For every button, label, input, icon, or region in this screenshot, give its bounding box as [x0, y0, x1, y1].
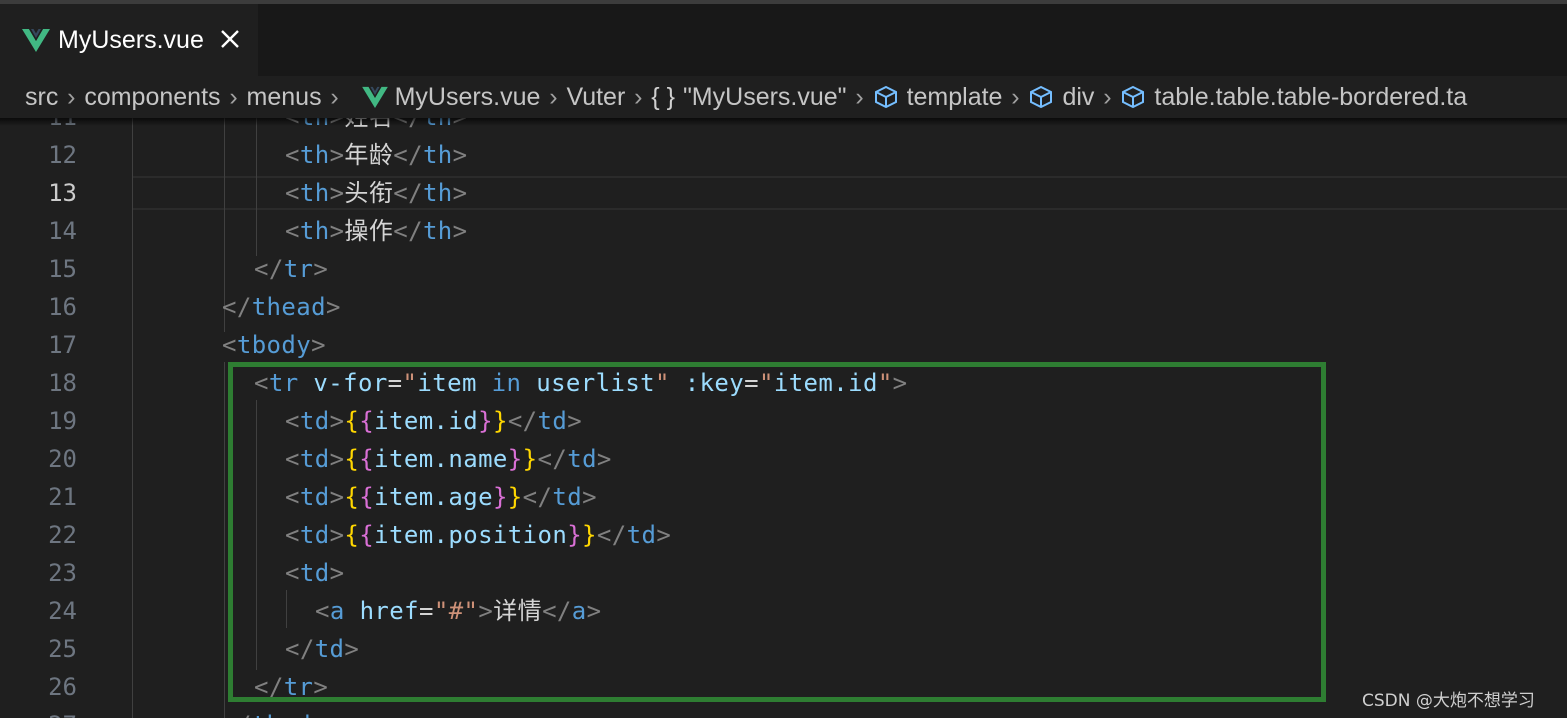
braces-icon: { } — [651, 82, 675, 111]
code-line: 14 <th>操作</th> — [0, 212, 1567, 250]
code-line: 27 </tbody> — [0, 706, 1567, 718]
line-content: <th>头衔</th> — [285, 179, 468, 207]
line-content: <tbody> — [222, 331, 326, 359]
code-line: 15 </tr> — [0, 250, 1567, 288]
editor-tab[interactable]: MyUsers.vue — [0, 4, 258, 76]
code-line: 12 <th>年龄</th> — [0, 136, 1567, 174]
breadcrumb-item-div[interactable]: div — [1028, 83, 1094, 112]
breadcrumb: src › components › menus › MyUsers.vue ›… — [0, 76, 1567, 118]
code-line-active: 13 <th>头衔</th> — [0, 174, 1567, 212]
breadcrumb-item-menus[interactable]: menus — [247, 83, 322, 112]
watermark: CSDN @大炮不想学习 — [1362, 691, 1535, 711]
chevron-right-icon: › — [855, 82, 864, 111]
cube-icon — [1030, 85, 1053, 109]
line-content: </tbody> — [222, 706, 341, 718]
close-icon[interactable] — [217, 26, 243, 52]
highlight-box — [228, 362, 1326, 702]
vue-icon — [361, 86, 388, 108]
line-content: <th>操作</th> — [285, 217, 468, 245]
line-content: </thead> — [222, 293, 341, 321]
tab-title: MyUsers.vue — [58, 25, 204, 54]
chevron-right-icon: › — [330, 82, 339, 111]
chevron-right-icon: › — [1103, 82, 1112, 111]
breadcrumb-item-template[interactable]: template — [873, 83, 1002, 112]
breadcrumb-item-vuter[interactable]: Vuter — [566, 83, 625, 112]
vue-icon — [22, 29, 50, 52]
breadcrumb-item-src[interactable]: src — [25, 83, 58, 112]
code-line: 16 </thead> — [0, 288, 1567, 326]
chevron-right-icon: › — [229, 82, 238, 111]
breadcrumb-item-file[interactable]: MyUsers.vue — [348, 83, 540, 112]
cube-icon — [1122, 85, 1145, 109]
cube-icon — [874, 85, 897, 109]
breadcrumb-item-components[interactable]: components — [84, 83, 220, 112]
breadcrumb-item-component-name[interactable]: { } "MyUsers.vue" — [651, 83, 846, 112]
chevron-right-icon: › — [1011, 82, 1020, 111]
line-content: </tr> — [254, 255, 329, 283]
code-line: 17 <tbody> — [0, 326, 1567, 364]
breadcrumb-shadow — [0, 118, 1567, 126]
chevron-right-icon: › — [67, 82, 76, 111]
tab-bar: MyUsers.vue — [0, 4, 1567, 76]
breadcrumb-item-table[interactable]: table.table.table-bordered.ta — [1120, 83, 1467, 112]
line-content: <th>年龄</th> — [285, 141, 468, 169]
chevron-right-icon: › — [634, 82, 643, 111]
chevron-right-icon: › — [549, 82, 558, 111]
